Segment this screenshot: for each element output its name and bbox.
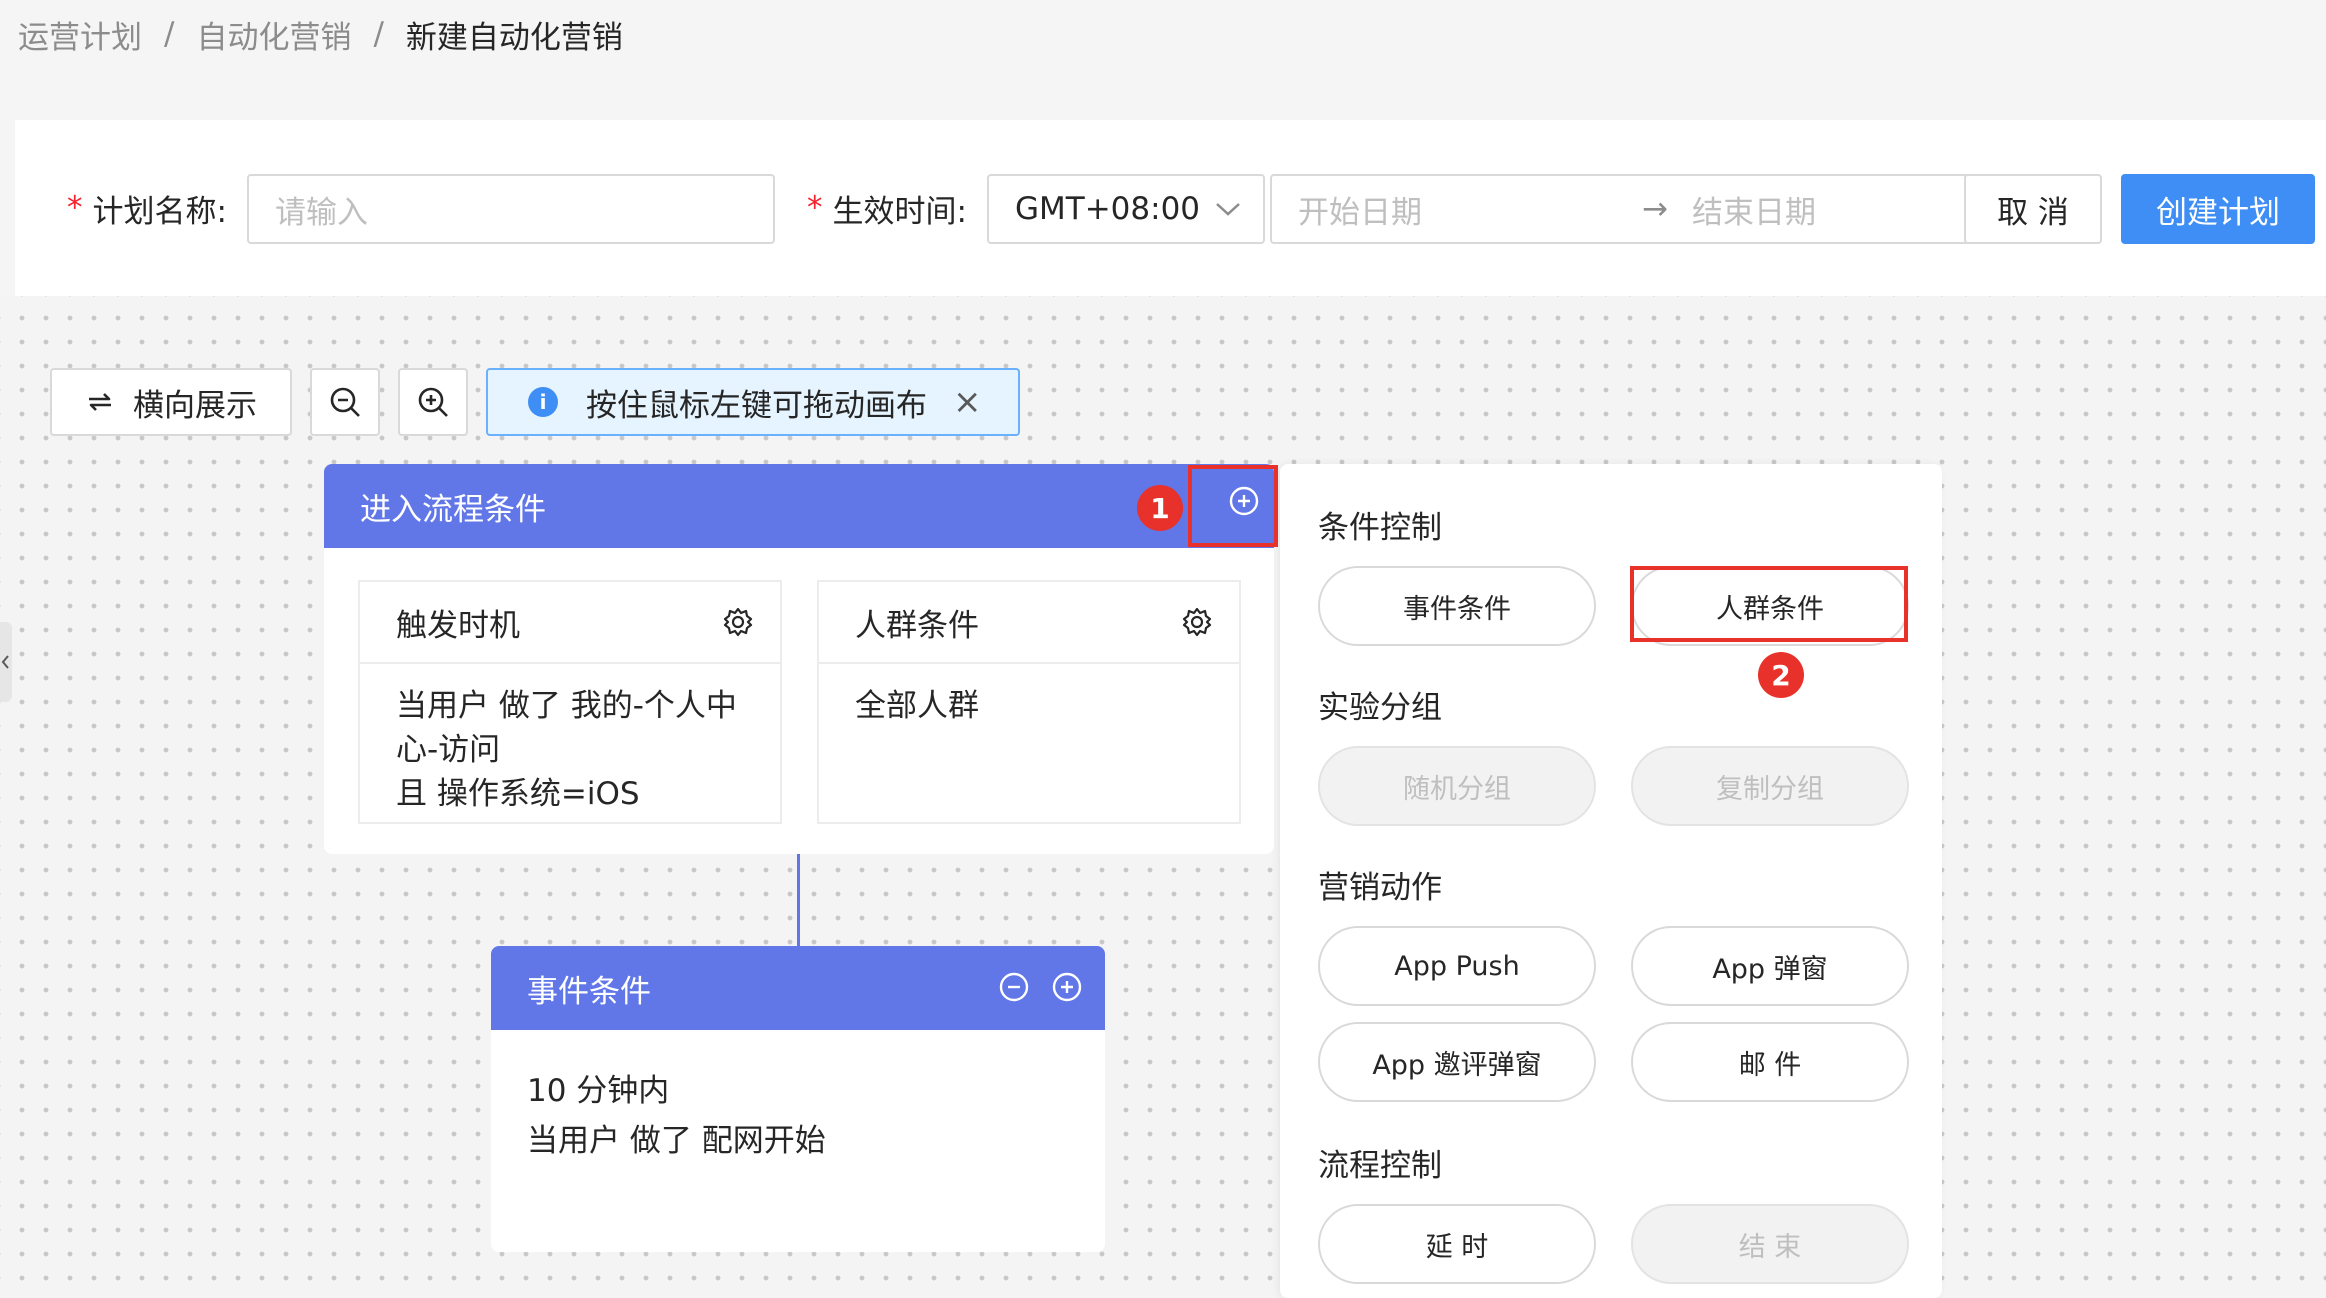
swap-icon [89,393,111,411]
timezone-select[interactable]: GMT+08:00 [987,174,1265,244]
event-condition-node[interactable]: 事件条件 10 分钟内 当用户 做了 配网开始 [491,946,1105,1252]
event-node-body: 10 分钟内 当用户 做了 配网开始 [491,1030,1105,1202]
event-condition-label: 事件条件 [1403,593,1511,625]
breadcrumb-item-automation[interactable]: 自动化营销 [196,12,351,57]
gear-icon[interactable] [722,606,754,638]
date-range-picker[interactable]: 开始日期 → 结束日期 [1270,174,1982,244]
end-date-input[interactable]: 结束日期 [1692,187,1816,232]
entry-node-header: 进入流程条件 [324,464,1274,548]
crowd-line: 全部人群 [855,688,979,724]
trigger-card-title: 触发时机 [396,607,520,644]
end-label: 结 束 [1738,1231,1802,1263]
app-push-button[interactable]: App Push [1318,926,1596,1006]
section-title-marketing: 营销动作 [1318,870,1442,906]
annotation-badge-2: 2 [1758,652,1804,698]
section-title-flow-control: 流程控制 [1318,1148,1442,1184]
breadcrumb-current: 新建自动化营销 [405,19,623,56]
drag-hint-alert: i 按住鼠标左键可拖动画布 × [486,368,1020,436]
close-icon[interactable]: × [953,382,982,422]
trigger-line: 当用户 做了 我的-个人中 [396,688,737,724]
trigger-card-header: 触发时机 [360,582,780,664]
minus-circle-icon [999,972,1029,1002]
collapse-handle[interactable] [0,622,12,702]
annotation-highlight-crowd [1630,566,1908,642]
trigger-line: 且 操作系统=iOS [396,776,640,812]
crowd-card-body: 全部人群 [819,664,1239,748]
end-button[interactable]: 结 束 [1631,1204,1909,1284]
event-condition-button[interactable]: 事件条件 [1318,566,1596,646]
effective-time-label: * 生效时间: [807,182,967,234]
cancel-button-label: 取 消 [1997,194,2069,231]
horizontal-layout-button[interactable]: 横向展示 [50,368,292,436]
event-line: 10 分钟内 [527,1073,670,1109]
chevron-down-icon [1216,203,1240,216]
create-plan-button-label: 创建计划 [2156,194,2280,231]
app-review-popup-button[interactable]: App 邀评弹窗 [1318,1022,1596,1102]
required-mark: * [807,190,823,226]
zoom-out-button[interactable] [310,368,380,436]
crowd-card-title: 人群条件 [855,607,979,644]
section-title-experiment: 实验分组 [1318,690,1442,726]
effective-time-label-text: 生效时间: [832,193,967,230]
start-date-input[interactable]: 开始日期 [1298,187,1422,232]
trigger-line: 心-访问 [396,732,501,768]
email-button[interactable]: 邮 件 [1631,1022,1909,1102]
app-push-label: App Push [1394,950,1520,982]
email-label: 邮 件 [1738,1049,1802,1081]
copy-group-button[interactable]: 复制分组 [1631,746,1909,826]
breadcrumb-separator: / [373,16,384,52]
random-group-label: 随机分组 [1403,773,1511,805]
plan-name-placeholder: 请输入 [275,194,368,231]
horizontal-layout-label: 横向展示 [133,387,257,424]
required-mark: * [67,190,83,226]
create-plan-button[interactable]: 创建计划 [2121,174,2315,244]
crowd-card-header: 人群条件 [819,582,1239,664]
annotation-highlight-add [1188,465,1278,547]
delay-label: 延 时 [1425,1231,1489,1263]
drag-hint-text: 按住鼠标左键可拖动画布 [586,387,927,424]
plan-form-bar: * 计划名称: 请输入 * 生效时间: GMT+08:00 开始日期 → 结束日… [15,120,2326,296]
app-popup-label: App 弹窗 [1712,953,1828,985]
zoom-in-icon [418,387,448,417]
annotation-badge-1: 1 [1137,485,1183,531]
copy-group-label: 复制分组 [1716,773,1824,805]
event-node-title: 事件条件 [527,973,651,1010]
plan-name-input[interactable]: 请输入 [247,174,775,244]
info-icon: i [528,387,558,417]
range-arrow-icon: → [1642,191,1668,227]
breadcrumb: 运营计划 / 自动化营销 / 新建自动化营销 [18,12,623,56]
plan-name-label-text: 计划名称: [92,193,227,230]
trigger-card-body: 当用户 做了 我的-个人中 心-访问 且 操作系统=iOS [360,664,780,836]
cancel-button[interactable]: 取 消 [1964,174,2102,244]
flow-connector [797,854,800,946]
app-review-popup-label: App 邀评弹窗 [1372,1049,1542,1081]
add-node-button[interactable] [1050,970,1084,1004]
zoom-in-button[interactable] [398,368,468,436]
flow-canvas[interactable]: 横向展示 i 按住鼠标左键可拖动画布 × 进入流程条件 触发时机 当用户 做了 … [0,296,2326,1298]
chevron-left-icon [1,655,9,669]
event-line: 当用户 做了 配网开始 [527,1123,826,1159]
section-title-condition: 条件控制 [1318,510,1442,546]
delay-button[interactable]: 延 时 [1318,1204,1596,1284]
plan-name-label: * 计划名称: [67,182,227,234]
entry-condition-node[interactable]: 进入流程条件 触发时机 当用户 做了 我的-个人中 心-访问 且 操作系统=iO… [324,464,1274,854]
entry-node-title: 进入流程条件 [360,491,546,528]
trigger-card[interactable]: 触发时机 当用户 做了 我的-个人中 心-访问 且 操作系统=iOS [358,580,782,824]
breadcrumb-item-operations[interactable]: 运营计划 [18,12,142,57]
crowd-card[interactable]: 人群条件 全部人群 [817,580,1241,824]
zoom-out-icon [330,387,360,417]
gear-icon[interactable] [1181,606,1213,638]
random-group-button[interactable]: 随机分组 [1318,746,1596,826]
timezone-value: GMT+08:00 [1015,191,1201,227]
plus-circle-icon [1052,972,1082,1002]
remove-node-button[interactable] [997,970,1031,1004]
breadcrumb-separator: / [164,16,175,52]
app-popup-button[interactable]: App 弹窗 [1631,926,1909,1006]
